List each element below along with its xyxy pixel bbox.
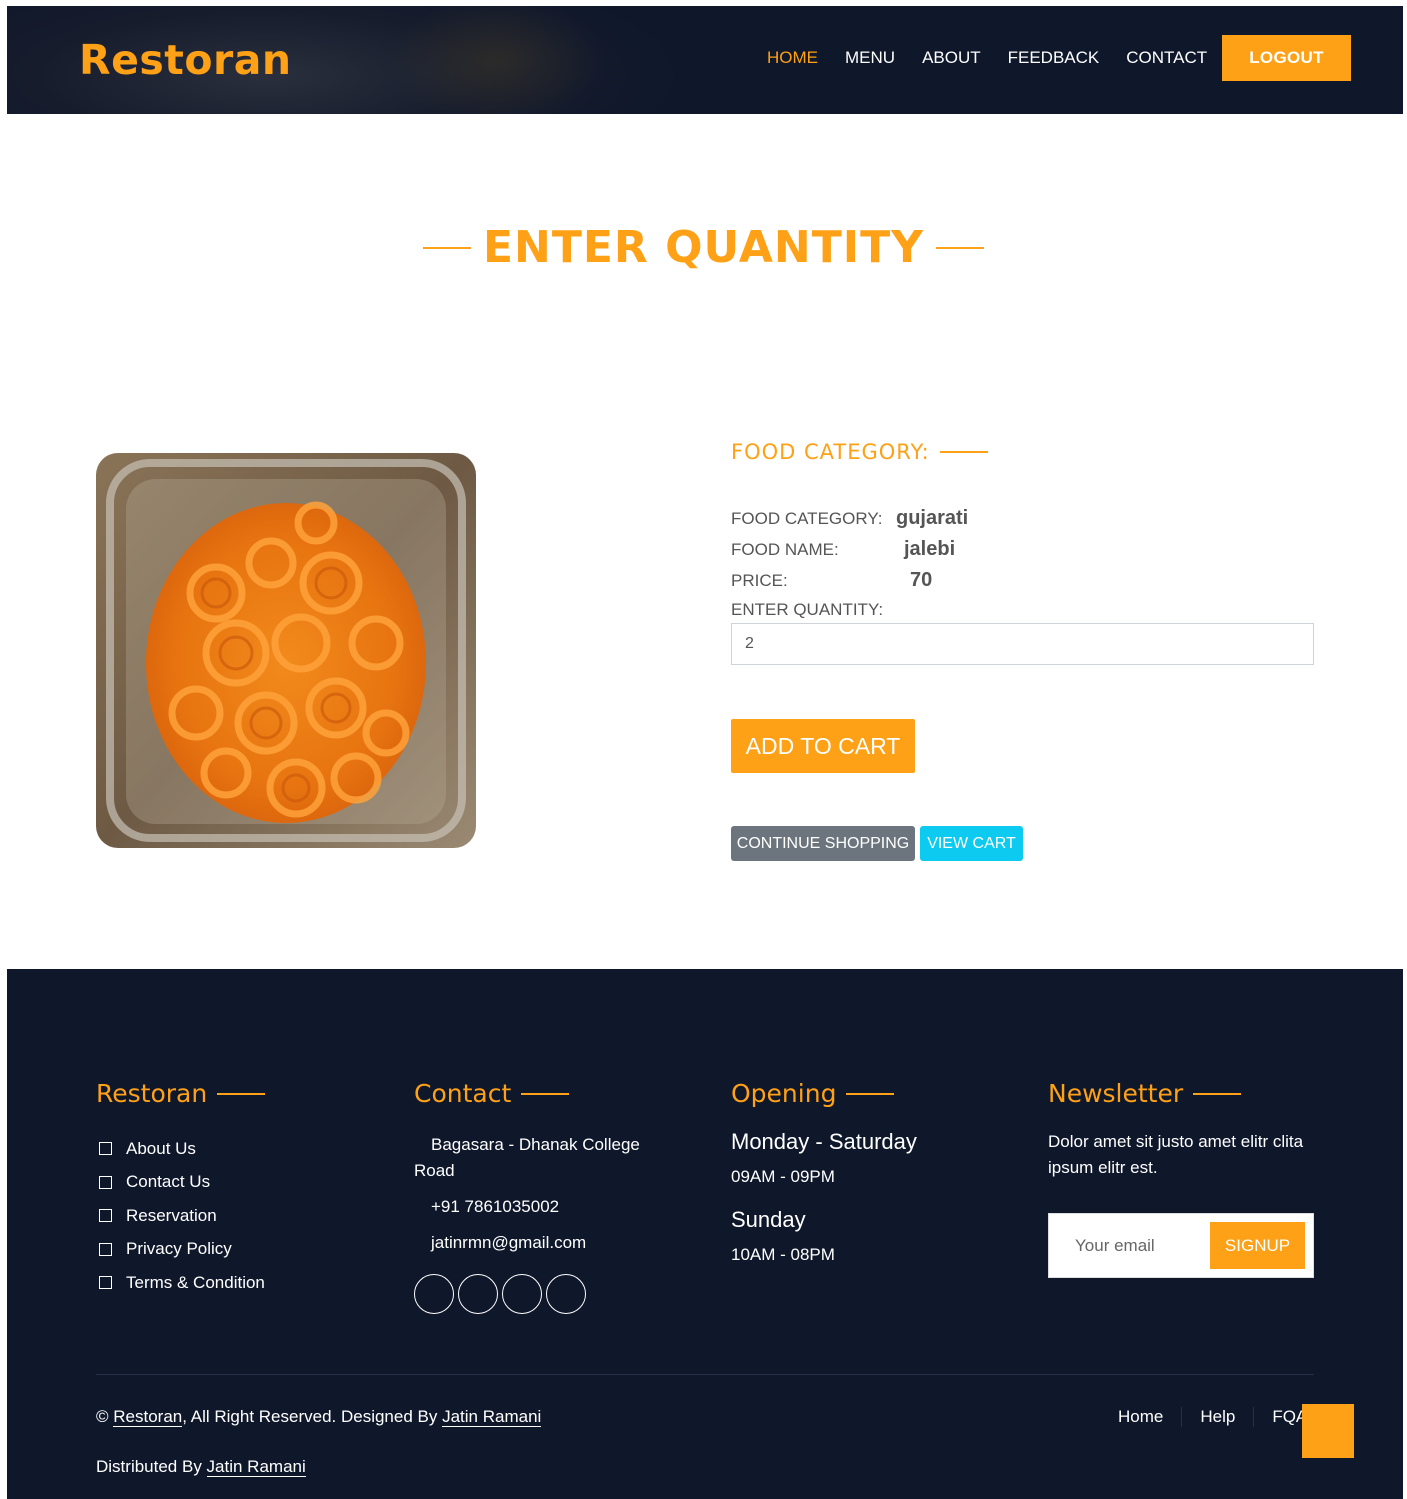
- footer-link-label[interactable]: Contact Us: [126, 1172, 210, 1192]
- footer-opening-heading: Opening: [731, 1079, 917, 1108]
- heading-line: [939, 451, 988, 453]
- nav-contact[interactable]: CONTACT: [1126, 48, 1207, 68]
- footer-contact-column: Contact Bagasara - Dhanak College Road +…: [414, 1079, 674, 1314]
- title-line-left: [422, 246, 471, 249]
- opening-day-weekdays: Monday - Saturday: [731, 1129, 917, 1154]
- price-label: PRICE:: [731, 571, 788, 590]
- quantity-label: ENTER QUANTITY:: [731, 600, 884, 619]
- footer-link-privacy[interactable]: Privacy Policy: [96, 1233, 265, 1267]
- quantity-input[interactable]: [731, 623, 1314, 665]
- heading-line: [1193, 1092, 1242, 1095]
- newsletter-form: SIGNUP: [1048, 1213, 1314, 1278]
- food-image: [96, 453, 476, 848]
- site-header: Restoran HOME MENU ABOUT FEEDBACK CONTAC…: [7, 6, 1403, 114]
- food-name-row: FOOD NAME: jalebi: [731, 538, 955, 561]
- footer-link-label[interactable]: Terms & Condition: [126, 1273, 265, 1293]
- twitter-icon[interactable]: [414, 1274, 454, 1314]
- signup-button[interactable]: SIGNUP: [1210, 1222, 1305, 1269]
- contact-phone: +91 7861035002: [431, 1197, 560, 1216]
- opening-day-sunday: Sunday: [731, 1207, 806, 1232]
- address-line-1: Bagasara - Dhanak College: [431, 1135, 640, 1154]
- footer-menu-help[interactable]: Help: [1181, 1407, 1253, 1427]
- nav-feedback[interactable]: FEEDBACK: [1008, 48, 1100, 68]
- newsletter-description: Dolor amet sit justo amet elitr clita ip…: [1048, 1129, 1318, 1181]
- logout-button[interactable]: LOGOUT: [1222, 35, 1351, 81]
- nav-about[interactable]: ABOUT: [922, 48, 981, 68]
- facebook-icon[interactable]: [458, 1274, 498, 1314]
- footer-newsletter-title: Newsletter: [1048, 1079, 1184, 1108]
- footer-contact-heading: Contact: [414, 1079, 674, 1108]
- footer-opening-column: Opening Monday - Saturday 09AM - 09PM Su…: [731, 1079, 917, 1265]
- footer-newsletter-heading: Newsletter: [1048, 1079, 1318, 1108]
- footer-link-terms[interactable]: Terms & Condition: [96, 1266, 265, 1300]
- youtube-icon[interactable]: [502, 1274, 542, 1314]
- footer-menu: Home Help FQA: [1118, 1407, 1325, 1427]
- contact-email: jatinrmn@gmail.com: [431, 1233, 587, 1252]
- title-line-right: [936, 246, 985, 249]
- view-cart-button[interactable]: VIEW CART: [920, 826, 1023, 861]
- footer-opening-title: Opening: [731, 1079, 837, 1108]
- back-to-top-button[interactable]: [1302, 1404, 1354, 1458]
- newsletter-text-line-2: ipsum elitr est.: [1048, 1158, 1158, 1177]
- checkbox-icon: [99, 1209, 112, 1223]
- add-to-cart-button[interactable]: ADD TO CART: [731, 719, 915, 773]
- site-logo[interactable]: Restoran: [79, 36, 292, 84]
- copyright-symbol: ©: [96, 1407, 114, 1426]
- food-category-heading: FOOD CATEGORY:: [731, 440, 988, 464]
- footer-link-contact[interactable]: Contact Us: [96, 1166, 265, 1200]
- footer-divider: [96, 1374, 1314, 1375]
- linkedin-icon[interactable]: [546, 1274, 586, 1314]
- checkbox-icon: [99, 1276, 112, 1290]
- heading-line: [846, 1092, 895, 1095]
- food-category-row: FOOD CATEGORY: gujarati: [731, 507, 968, 530]
- copyright-text: , All Right Reserved. Designed By: [182, 1407, 443, 1426]
- heading-line: [521, 1092, 570, 1095]
- footer-link-label[interactable]: Privacy Policy: [126, 1239, 232, 1259]
- page-title: ENTER QUANTITY: [482, 222, 925, 273]
- newsletter-email-input[interactable]: [1061, 1228, 1211, 1264]
- distributor-link[interactable]: Jatin Ramani: [206, 1457, 306, 1477]
- footer-menu-home[interactable]: Home: [1118, 1407, 1181, 1427]
- footer-restoran-column: Restoran About Us Contact Us Reservation…: [96, 1079, 266, 1300]
- footer-contact-title: Contact: [414, 1079, 512, 1108]
- food-name-value: jalebi: [904, 538, 956, 560]
- footer-link-label[interactable]: About Us: [126, 1139, 196, 1159]
- food-category-label: FOOD CATEGORY:: [731, 509, 883, 528]
- address-line-2: Road: [414, 1161, 455, 1180]
- footer-newsletter-column: Newsletter Dolor amet sit justo amet eli…: [1048, 1079, 1318, 1289]
- main-nav: HOME MENU ABOUT FEEDBACK CONTACT: [767, 48, 1234, 68]
- contact-address: Bagasara - Dhanak College Road: [414, 1132, 674, 1184]
- opening-time-sunday: 10AM - 08PM: [731, 1245, 835, 1264]
- food-category-value: gujarati: [896, 507, 969, 529]
- designer-link[interactable]: Jatin Ramani: [442, 1407, 542, 1427]
- food-name-label: FOOD NAME:: [731, 540, 839, 559]
- continue-shopping-button[interactable]: CONTINUE SHOPPING: [731, 826, 915, 861]
- checkbox-icon: [99, 1175, 112, 1189]
- newsletter-text-line-1: Dolor amet sit justo amet elitr clita: [1048, 1132, 1304, 1151]
- footer-link-reservation[interactable]: Reservation: [96, 1199, 265, 1233]
- price-value: 70: [910, 569, 933, 591]
- price-row: PRICE: 70: [731, 569, 932, 592]
- food-category-heading-text: FOOD CATEGORY:: [731, 440, 930, 464]
- copyright: © Restoran, All Right Reserved. Designed…: [96, 1407, 542, 1427]
- opening-time-weekdays: 09AM - 09PM: [731, 1167, 835, 1186]
- footer-link-about[interactable]: About Us: [96, 1132, 265, 1166]
- checkbox-icon: [99, 1242, 112, 1256]
- header-background-image: [387, 6, 607, 114]
- site-footer: Restoran About Us Contact Us Reservation…: [7, 969, 1403, 1499]
- nav-home[interactable]: HOME: [767, 48, 818, 68]
- nav-menu[interactable]: MENU: [845, 48, 895, 68]
- copyright-brand-link[interactable]: Restoran: [113, 1407, 183, 1427]
- heading-line: [217, 1092, 266, 1095]
- footer-restoran-title: Restoran: [96, 1079, 208, 1108]
- distributed-by: Distributed By Jatin Ramani: [96, 1457, 306, 1477]
- social-links: [414, 1274, 674, 1314]
- footer-links: About Us Contact Us Reservation Privacy …: [96, 1132, 265, 1300]
- checkbox-icon: [99, 1142, 112, 1156]
- distributed-text: Distributed By: [96, 1457, 207, 1476]
- footer-link-label[interactable]: Reservation: [126, 1206, 217, 1226]
- footer-restoran-heading: Restoran: [96, 1079, 266, 1108]
- page-title-block: ENTER QUANTITY: [0, 222, 1407, 273]
